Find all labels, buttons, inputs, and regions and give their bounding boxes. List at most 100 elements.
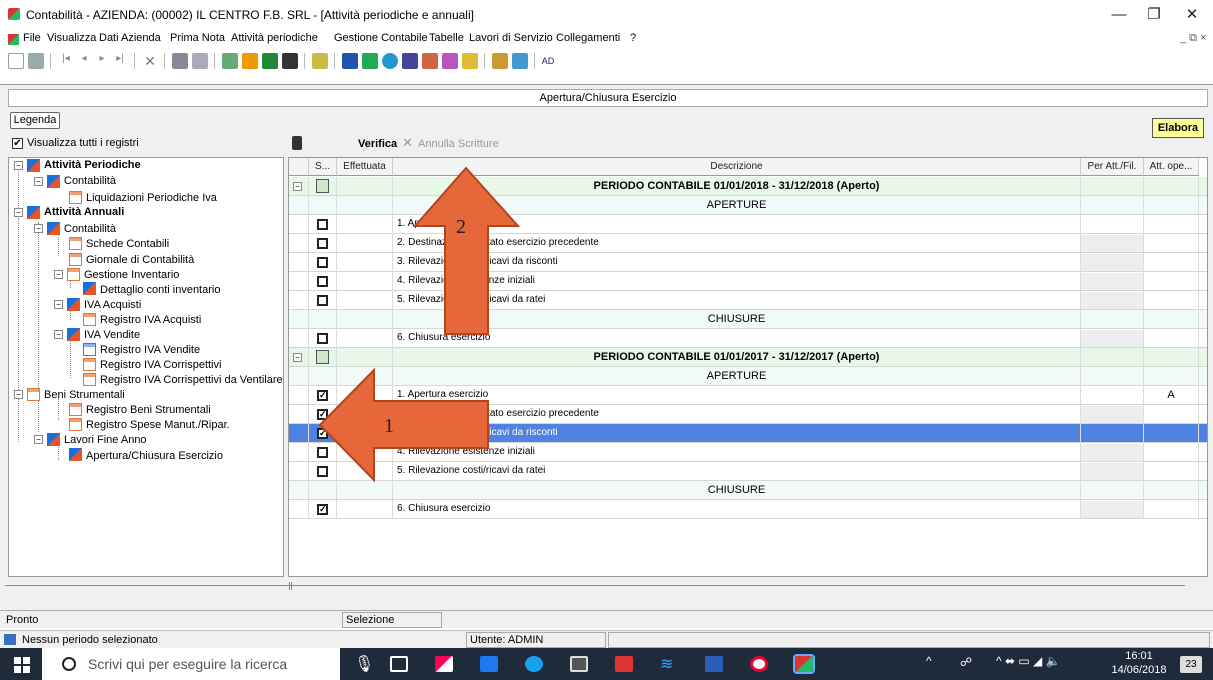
new-icon[interactable]: [8, 53, 24, 69]
people-tray-icon[interactable]: ☍: [960, 655, 972, 669]
windows-start-icon[interactable]: [14, 657, 30, 673]
excel-icon[interactable]: [362, 53, 378, 69]
tree-item-schede-contabili[interactable]: Schede Contabili: [86, 238, 169, 251]
help-icon[interactable]: [312, 53, 328, 69]
expand-toggle[interactable]: −: [54, 300, 63, 309]
notification-badge[interactable]: 23: [1180, 656, 1202, 673]
menu-attivita-periodiche[interactable]: Attività periodiche: [231, 32, 318, 44]
app-taskbar-icon[interactable]: [435, 656, 453, 672]
tree-item-registro-spese[interactable]: Registro Spese Manut./Ripar.: [86, 419, 230, 432]
word-taskbar-icon[interactable]: [705, 656, 723, 672]
tray-icons[interactable]: ^ ⬌ ▭ ◢ 🔈: [996, 654, 1061, 668]
skype-icon[interactable]: [525, 656, 543, 672]
tree-item-attivita-periodiche[interactable]: Attività Periodiche: [44, 159, 141, 172]
print-icon[interactable]: [172, 53, 188, 69]
tools-icon[interactable]: [492, 53, 508, 69]
menu-gestione-contabile[interactable]: Gestione Contabile: [334, 32, 428, 44]
tree-item-liquidazioni[interactable]: Liquidazioni Periodiche Iva: [86, 192, 217, 205]
tree-item-beni-strumentali[interactable]: Beni Strumentali: [44, 389, 125, 402]
dropbox-icon[interactable]: [480, 656, 498, 672]
tree-item-contabilita-annuale[interactable]: Contabilità: [64, 223, 116, 236]
prev-record-icon[interactable]: ◂: [76, 53, 92, 69]
tree-item-giornale[interactable]: Giornale di Contabilità: [86, 254, 194, 267]
wifi-icon[interactable]: ≋: [660, 654, 673, 674]
pdf-icon[interactable]: [462, 53, 478, 69]
col-att-ope[interactable]: Att. ope...: [1144, 158, 1199, 176]
close-button[interactable]: ✕: [1178, 4, 1206, 26]
menu-help[interactable]: ?: [630, 32, 636, 44]
calculator-icon[interactable]: [222, 53, 238, 69]
col-effettuata[interactable]: Effettuata: [337, 158, 393, 176]
clock-time[interactable]: 16:01: [1114, 650, 1164, 662]
tree-item-attivita-annuali[interactable]: Attività Annuali: [44, 206, 124, 219]
minimize-button[interactable]: —: [1105, 4, 1133, 26]
task-view-icon[interactable]: [390, 656, 408, 672]
table-row[interactable]: ✓ 6. Chiusura esercizio: [289, 500, 1207, 519]
menu-tabelle[interactable]: Tabelle: [429, 32, 464, 44]
restore-button[interactable]: ❐: [1140, 4, 1168, 26]
splitter[interactable]: [5, 582, 1185, 590]
window-icon[interactable]: [570, 656, 588, 672]
preview-icon[interactable]: [192, 53, 208, 69]
expand-toggle[interactable]: −: [34, 177, 43, 186]
menu-collegamenti[interactable]: Collegamenti: [556, 32, 620, 44]
row-checkbox[interactable]: [317, 276, 328, 287]
tree-item-apertura-chiusura[interactable]: Apertura/Chiusura Esercizio: [86, 450, 223, 463]
run-icon[interactable]: [242, 53, 258, 69]
menu-visualizza[interactable]: Visualizza: [47, 32, 96, 44]
collapse-toggle[interactable]: −: [293, 353, 302, 362]
verifica-button[interactable]: Verifica: [358, 138, 397, 150]
period-group-row[interactable]: − PERIODO CONTABILE 01/01/2017 - 31/12/20…: [289, 348, 1207, 367]
row-checkbox[interactable]: ✓: [317, 504, 328, 515]
expand-toggle[interactable]: −: [14, 208, 23, 217]
tree-item-registro-iva-corrispettivi[interactable]: Registro IVA Corrispettivi: [100, 359, 221, 372]
contabilita-taskbar-icon[interactable]: [793, 654, 815, 674]
microphone-icon[interactable]: 🎙: [354, 654, 374, 674]
row-checkbox[interactable]: [317, 257, 328, 268]
row-checkbox[interactable]: [317, 333, 328, 344]
expand-toggle[interactable]: −: [34, 224, 43, 233]
email-icon[interactable]: [402, 53, 418, 69]
mdi-controls[interactable]: _ ⧉ ×: [1180, 32, 1207, 45]
expand-toggle[interactable]: −: [14, 390, 23, 399]
menu-dati-azienda[interactable]: Dati Azienda: [99, 32, 161, 44]
expand-toggle[interactable]: −: [54, 330, 63, 339]
legenda-button[interactable]: Legenda: [10, 112, 60, 129]
annulla-scritture-button[interactable]: Annulla Scritture: [418, 138, 499, 150]
edge-icon[interactable]: [750, 656, 768, 672]
expand-toggle[interactable]: −: [54, 270, 63, 279]
expand-toggle[interactable]: −: [34, 435, 43, 444]
expand-toggle[interactable]: −: [14, 161, 23, 170]
save-icon[interactable]: [28, 53, 44, 69]
show-all-registers-checkbox[interactable]: ✔: [12, 138, 23, 149]
row-checkbox[interactable]: [317, 238, 328, 249]
row-checkbox[interactable]: [317, 219, 328, 230]
elabora-button[interactable]: Elabora: [1152, 118, 1204, 138]
bookmark-icon[interactable]: [282, 53, 298, 69]
section-row[interactable]: CHIUSURE: [289, 481, 1207, 500]
last-record-icon[interactable]: ▸|: [112, 53, 128, 69]
row-checkbox[interactable]: [317, 295, 328, 306]
tree-item-iva-vendite[interactable]: IVA Vendite: [84, 329, 140, 342]
tree-item-gestione-inventario[interactable]: Gestione Inventario: [84, 269, 179, 282]
clock-date[interactable]: 14/06/2018: [1106, 664, 1172, 676]
first-record-icon[interactable]: |◂: [58, 53, 74, 69]
book-icon[interactable]: [262, 53, 278, 69]
ad-icon[interactable]: AD: [540, 53, 556, 69]
tv-icon[interactable]: [615, 656, 633, 672]
tree-item-iva-acquisti[interactable]: IVA Acquisti: [84, 299, 141, 312]
delete-icon[interactable]: ✕: [142, 53, 158, 69]
next-record-icon[interactable]: ▸: [94, 53, 110, 69]
browser-icon[interactable]: [382, 53, 398, 69]
tree-item-registro-iva-acquisti[interactable]: Registro IVA Acquisti: [100, 314, 201, 327]
col-status[interactable]: S...: [309, 158, 337, 176]
people-icon[interactable]: [422, 53, 438, 69]
tree-item-registro-iva-vendite[interactable]: Registro IVA Vendite: [100, 344, 200, 357]
word-icon[interactable]: [342, 53, 358, 69]
tree-item-dettaglio-inventario[interactable]: Dettaglio conti inventario: [100, 284, 220, 297]
menu-file[interactable]: File: [23, 32, 41, 44]
tree-item-lavori-fine-anno[interactable]: Lavori Fine Anno: [64, 434, 147, 447]
col-per-att-fil[interactable]: Per Att./Fil.: [1081, 158, 1144, 176]
show-hidden-icons[interactable]: ^: [926, 654, 932, 668]
menu-lavori-di-servizio[interactable]: Lavori di Servizio: [469, 32, 553, 44]
